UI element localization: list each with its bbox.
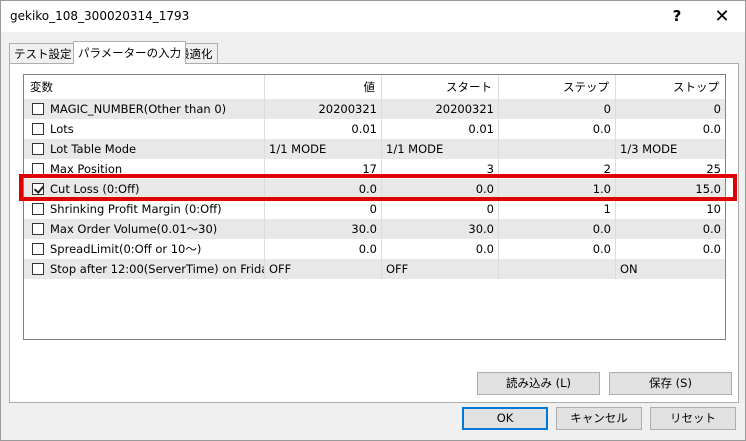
header-stop[interactable]: ストップ [616,75,725,99]
param-stop[interactable]: 0.0 [616,219,725,239]
param-name: Cut Loss (0:Off) [50,182,140,196]
header-step[interactable]: ステップ [499,75,616,99]
param-value[interactable]: OFF [265,259,382,279]
param-step[interactable]: 0.0 [499,119,616,139]
param-name: Max Position [50,162,123,176]
param-step[interactable]: 1.0 [499,179,616,199]
close-icon[interactable]: ✕ [700,1,744,32]
param-name: Stop after 12:00(ServerTime) on Friday [50,262,265,276]
param-name: MAGIC_NUMBER(Other than 0) [50,102,227,116]
row-checkbox[interactable] [32,203,44,215]
table-row[interactable]: Cut Loss (0:Off) 0.0 0.0 1.0 15.0 [24,179,725,199]
cancel-button[interactable]: キャンセル [556,407,642,430]
param-start[interactable]: 1/1 MODE [382,139,499,159]
title-bar: gekiko_108_300020314_1793 ? ✕ [1,1,745,32]
row-checkbox[interactable] [32,123,44,135]
table-row[interactable]: Lot Table Mode 1/1 MODE 1/1 MODE 1/3 MOD… [24,139,725,159]
tab-test-settings[interactable]: テスト設定 [9,43,77,63]
row-checkbox[interactable] [32,263,44,275]
param-value[interactable]: 30.0 [265,219,382,239]
row-checkbox[interactable] [32,223,44,235]
param-name: Lots [50,122,74,136]
load-button[interactable]: 読み込み (L) [477,372,600,395]
param-start[interactable]: 0.0 [382,179,499,199]
dialog-window: gekiko_108_300020314_1793 ? ✕ テスト設定 パラメー… [0,0,746,441]
save-button[interactable]: 保存 (S) [609,372,732,395]
param-value[interactable]: 0.0 [265,179,382,199]
param-step[interactable] [499,139,616,159]
header-value[interactable]: 値 [265,75,382,99]
param-stop[interactable]: ON [616,259,725,279]
table-row[interactable]: Max Order Volume(0.01〜30) 30.0 30.0 0.0 … [24,219,725,239]
param-start[interactable]: 0.0 [382,239,499,259]
table-row[interactable]: Stop after 12:00(ServerTime) on Friday O… [24,259,725,279]
table-row[interactable]: Lots 0.01 0.01 0.0 0.0 [24,119,725,139]
table-row[interactable]: SpreadLimit(0:Off or 10〜) 0.0 0.0 0.0 0.… [24,239,725,259]
param-start[interactable]: 30.0 [382,219,499,239]
param-name: SpreadLimit(0:Off or 10〜) [50,242,202,256]
parameters-panel: 変数 値 スタート ステップ ストップ MAGIC_NUMBER(Other t… [9,63,739,403]
help-button[interactable]: ? [655,1,699,32]
window-title: gekiko_108_300020314_1793 [10,9,190,23]
param-start[interactable]: OFF [382,259,499,279]
row-checkbox[interactable] [32,163,44,175]
param-start[interactable]: 3 [382,159,499,179]
tab-parameters[interactable]: パラメーターの入力 [73,41,187,64]
param-stop[interactable]: 10 [616,199,725,219]
param-name: Max Order Volume(0.01〜30) [50,222,218,236]
reset-button[interactable]: リセット [650,407,736,430]
param-step[interactable]: 0.0 [499,219,616,239]
param-stop[interactable]: 25 [616,159,725,179]
param-value[interactable]: 0.01 [265,119,382,139]
row-checkbox[interactable] [32,243,44,255]
param-value[interactable]: 0 [265,199,382,219]
param-name: Lot Table Mode [50,142,137,156]
param-name: Shrinking Profit Margin (0:Off) [50,202,222,216]
table-row[interactable]: MAGIC_NUMBER(Other than 0) 20200321 2020… [24,99,725,119]
header-start[interactable]: スタート [382,75,499,99]
table-row[interactable]: Max Position 17 3 2 25 [24,159,725,179]
table-row[interactable]: Shrinking Profit Margin (0:Off) 0 0 1 10 [24,199,725,219]
param-start[interactable]: 0.01 [382,119,499,139]
row-checkbox-checked[interactable] [32,183,44,195]
param-stop[interactable]: 1/3 MODE [616,139,725,159]
param-value[interactable]: 17 [265,159,382,179]
param-stop[interactable]: 0.0 [616,239,725,259]
param-start[interactable]: 20200321 [382,99,499,119]
row-checkbox[interactable] [32,103,44,115]
param-step[interactable]: 0 [499,99,616,119]
row-checkbox[interactable] [32,143,44,155]
param-value[interactable]: 1/1 MODE [265,139,382,159]
param-stop[interactable]: 0.0 [616,119,725,139]
param-step[interactable]: 0.0 [499,239,616,259]
param-step[interactable] [499,259,616,279]
param-value[interactable]: 20200321 [265,99,382,119]
parameters-grid: 変数 値 スタート ステップ ストップ MAGIC_NUMBER(Other t… [23,74,726,340]
param-stop[interactable]: 0 [616,99,725,119]
param-step[interactable]: 1 [499,199,616,219]
param-value[interactable]: 0.0 [265,239,382,259]
param-stop[interactable]: 15.0 [616,179,725,199]
param-step[interactable]: 2 [499,159,616,179]
ok-button[interactable]: OK [462,407,548,430]
header-variable[interactable]: 変数 [24,75,265,99]
grid-header: 変数 値 スタート ステップ ストップ [24,75,725,99]
param-start[interactable]: 0 [382,199,499,219]
